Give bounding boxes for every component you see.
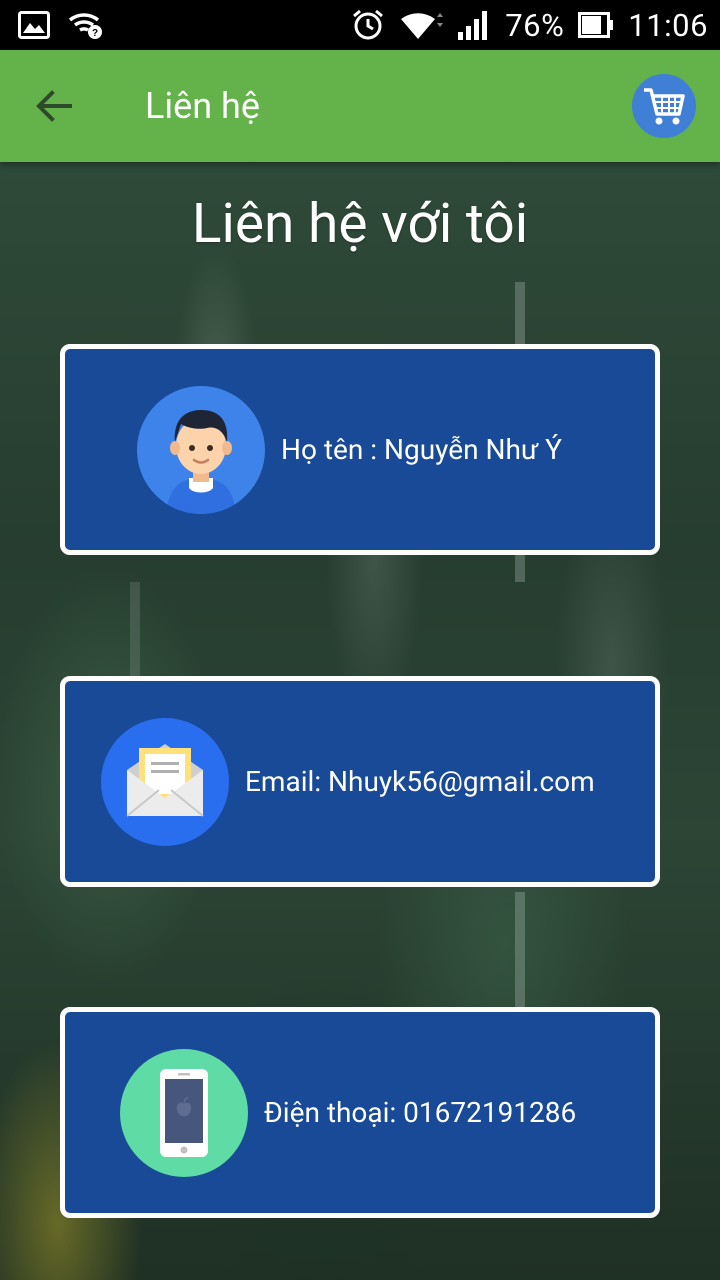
svg-text:?: ? [92,28,98,39]
wifi-question-icon: ? [68,13,102,39]
status-bar-right: 76% 11:06 [351,7,708,44]
battery-percentage: 76% [505,6,565,44]
envelope-icon [101,717,229,846]
arrow-left-icon [36,90,72,122]
wifi-icon [401,13,444,39]
contact-phone-text: Điện thoại: 01672191286 [264,1096,577,1129]
forest-background: Liên hệ với tôi Họ tên : Nguyễn Như Ý Em… [0,162,720,1280]
app-bar-title: Liên hệ [145,85,260,127]
contact-name-text: Họ tên : Nguyễn Như Ý [281,433,562,466]
page-heading: Liên hệ với tôi [191,192,529,256]
alarm-icon [353,9,384,40]
smartphone-icon [120,1048,248,1177]
gallery-notification-icon [18,11,50,39]
contact-card-phone[interactable]: Điện thoại: 01672191286 [60,1007,660,1218]
contact-card-name[interactable]: Họ tên : Nguyễn Như Ý [60,344,660,555]
app-bar: Liên hệ [0,50,720,162]
clock: 11:06 [628,6,708,44]
contact-card-email[interactable]: Email: Nhuyk56@gmail.com [60,676,660,887]
shopping-cart-icon [644,88,685,125]
battery-icon [578,12,614,38]
status-bar: ? 76% 11:06 [0,0,720,50]
contact-email-text: Email: Nhuyk56@gmail.com [245,765,595,798]
signal-strength-icon [458,11,488,40]
person-avatar-icon [137,385,265,514]
back-button[interactable] [22,74,86,138]
status-bar-left: ? [18,10,104,40]
cart-button[interactable] [632,74,696,138]
